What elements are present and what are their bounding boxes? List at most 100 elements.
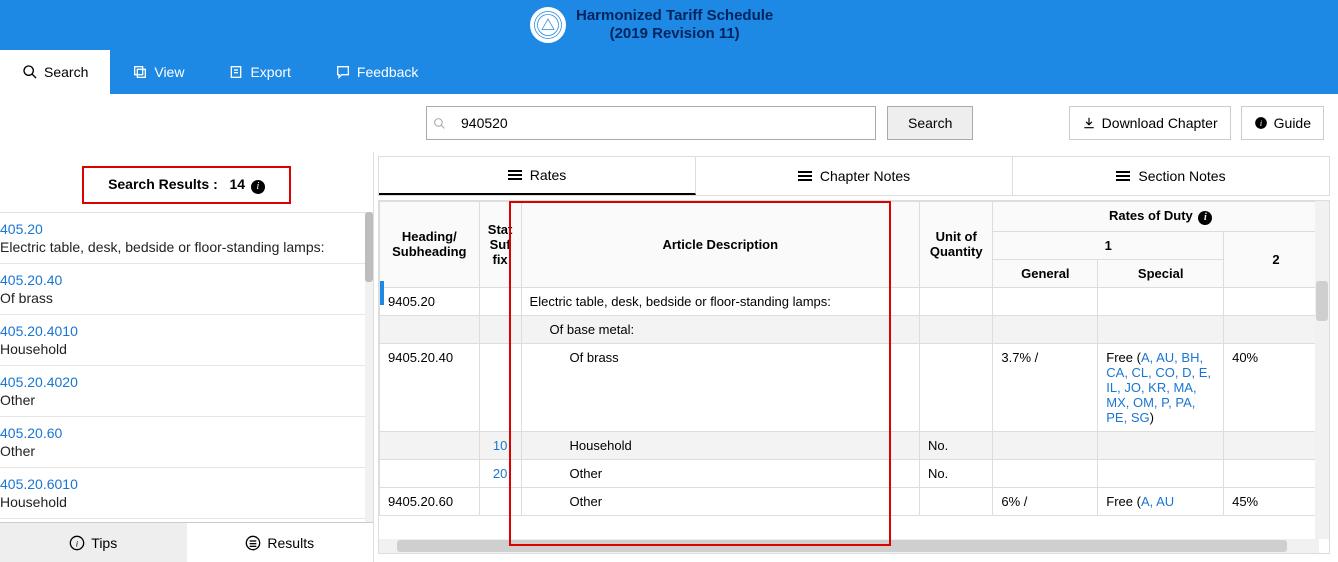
result-code: 405.20.60: [0, 425, 62, 441]
cell-col2: [1224, 287, 1329, 315]
cell-suffix: 10: [479, 431, 521, 459]
th-heading: Heading/ Subheading: [380, 202, 480, 288]
cell-col2: 45%: [1224, 487, 1329, 515]
tab-chapter-notes-label: Chapter Notes: [820, 168, 910, 184]
list-item[interactable]: 405.20.40 Of brass: [0, 264, 373, 315]
result-desc: Household: [0, 492, 367, 510]
cell-heading: 9405.20.60: [380, 487, 480, 515]
cell-suffix: [479, 343, 521, 431]
cell-special: Free (A, AU: [1098, 487, 1224, 515]
menu-icon: [508, 170, 522, 180]
table-row[interactable]: 9405.20 Electric table, desk, bedside or…: [380, 287, 1329, 315]
guide-label: Guide: [1274, 115, 1311, 131]
tab-tips[interactable]: i Tips: [0, 523, 187, 562]
table-row[interactable]: 20 Other No.: [380, 459, 1329, 487]
copy-icon: [132, 64, 148, 80]
left-sidebar: Search Results : 14 i 405.20 Electric ta…: [0, 152, 374, 562]
cell-article: Other: [521, 487, 919, 515]
tab-tips-label: Tips: [91, 535, 117, 551]
search-results-label: Search Results :: [108, 176, 218, 192]
cell-article: Other: [521, 459, 919, 487]
tariff-table: Heading/ Subheading Stat Suf fix Article…: [379, 201, 1329, 516]
tab-section-notes-label: Section Notes: [1138, 168, 1225, 184]
menu-icon: [1116, 171, 1130, 181]
brand: Harmonized Tariff Schedule (2019 Revisio…: [530, 0, 773, 50]
tab-results[interactable]: Results: [187, 523, 374, 562]
cell-heading: 9405.20: [380, 287, 480, 315]
table-row[interactable]: 9405.20.40 Of brass 3.7% / Free (A, AU, …: [380, 343, 1329, 431]
download-chapter-button[interactable]: Download Chapter: [1069, 106, 1231, 140]
cell-article: Of brass: [521, 343, 919, 431]
cell-col2: 40%: [1224, 343, 1329, 431]
result-desc: Of brass: [0, 288, 367, 306]
list-item[interactable]: 405.20.4020 Other: [0, 366, 373, 417]
vertical-scrollbar[interactable]: [1315, 201, 1329, 539]
list-item[interactable]: 405.20 Electric table, desk, bedside or …: [0, 213, 373, 264]
tab-chapter-notes[interactable]: Chapter Notes: [696, 157, 1013, 195]
result-desc: Other: [0, 390, 367, 408]
cell-unit: No.: [920, 459, 993, 487]
list-item[interactable]: 405.20.4010 Household: [0, 315, 373, 366]
cell-heading: 9405.20.40: [380, 343, 480, 431]
tab-search[interactable]: Search: [0, 50, 110, 94]
content: Search Results : 14 i 405.20 Electric ta…: [0, 152, 1338, 562]
list-item[interactable]: 405.20.60 Other: [0, 417, 373, 468]
search-results-count: 14: [229, 176, 245, 192]
list-icon: [245, 535, 261, 551]
result-desc: Household: [0, 339, 367, 357]
cell-general: [993, 287, 1098, 315]
cell-article: Household: [521, 431, 919, 459]
cell-article: Electric table, desk, bedside or floor-s…: [521, 287, 919, 315]
main-panel: Rates Chapter Notes Section Notes Head: [374, 152, 1338, 562]
cell-unit: [920, 343, 993, 431]
results-list: 405.20 Electric table, desk, bedside or …: [0, 212, 373, 523]
tab-feedback-label: Feedback: [357, 64, 418, 80]
result-desc: Other: [0, 441, 367, 459]
result-code: 405.20.6010: [0, 476, 78, 492]
search-icon: [22, 64, 38, 80]
menu-icon: [798, 171, 812, 181]
table-row[interactable]: 9405.20.60 Other 6% / Free (A, AU 45%: [380, 487, 1329, 515]
tab-view-label: View: [154, 64, 184, 80]
feedback-icon: [335, 64, 351, 80]
top-header: Harmonized Tariff Schedule (2019 Revisio…: [0, 0, 1338, 50]
cell-unit: No.: [920, 431, 993, 459]
result-code: 405.20: [0, 221, 43, 237]
tab-view[interactable]: View: [110, 50, 206, 94]
sidebar-scrollbar[interactable]: [365, 212, 373, 522]
cell-special: Free (A, AU, BH, CA, CL, CO, D, E, IL, J…: [1098, 343, 1224, 431]
search-wrap: [426, 106, 876, 140]
search-button[interactable]: Search: [887, 106, 973, 140]
tab-search-label: Search: [44, 64, 88, 80]
sidebar-bottom-tabs: i Tips Results: [0, 522, 373, 562]
nav-bar: Search View Export Feedback: [0, 50, 1338, 94]
table-row[interactable]: Of base metal:: [380, 315, 1329, 343]
tariff-grid: Heading/ Subheading Stat Suf fix Article…: [378, 200, 1330, 554]
cell-suffix: 20: [479, 459, 521, 487]
tab-export[interactable]: Export: [206, 50, 312, 94]
tab-section-notes[interactable]: Section Notes: [1013, 157, 1329, 195]
brand-line1: Harmonized Tariff Schedule: [576, 7, 773, 25]
result-code: 405.20.4020: [0, 374, 78, 390]
right-buttons: Download Chapter i Guide: [1069, 106, 1324, 140]
horizontal-scrollbar[interactable]: [379, 539, 1319, 553]
info-icon[interactable]: i: [251, 180, 265, 194]
th-unit: Unit of Quantity: [920, 202, 993, 288]
tab-feedback[interactable]: Feedback: [313, 50, 440, 94]
list-item[interactable]: 405.20.6010 Household: [0, 468, 373, 519]
info-icon[interactable]: i: [1198, 211, 1212, 225]
th-two: 2: [1224, 231, 1329, 287]
result-desc: Electric table, desk, bedside or floor-s…: [0, 237, 367, 255]
guide-button[interactable]: i Guide: [1241, 106, 1324, 140]
th-rates: Rates of Duty i: [993, 202, 1329, 232]
tab-rates[interactable]: Rates: [379, 157, 696, 195]
th-special: Special: [1098, 259, 1224, 287]
toolbar: Search Download Chapter i Guide: [0, 94, 1338, 152]
cell-general: 3.7% /: [993, 343, 1098, 431]
search-input[interactable]: [455, 107, 875, 139]
special-codes-link[interactable]: A, AU: [1141, 494, 1174, 509]
table-row[interactable]: 10 Household No.: [380, 431, 1329, 459]
th-general: General: [993, 259, 1098, 287]
result-code: 405.20.40: [0, 272, 62, 288]
brand-line2: (2019 Revision 11): [576, 25, 773, 43]
